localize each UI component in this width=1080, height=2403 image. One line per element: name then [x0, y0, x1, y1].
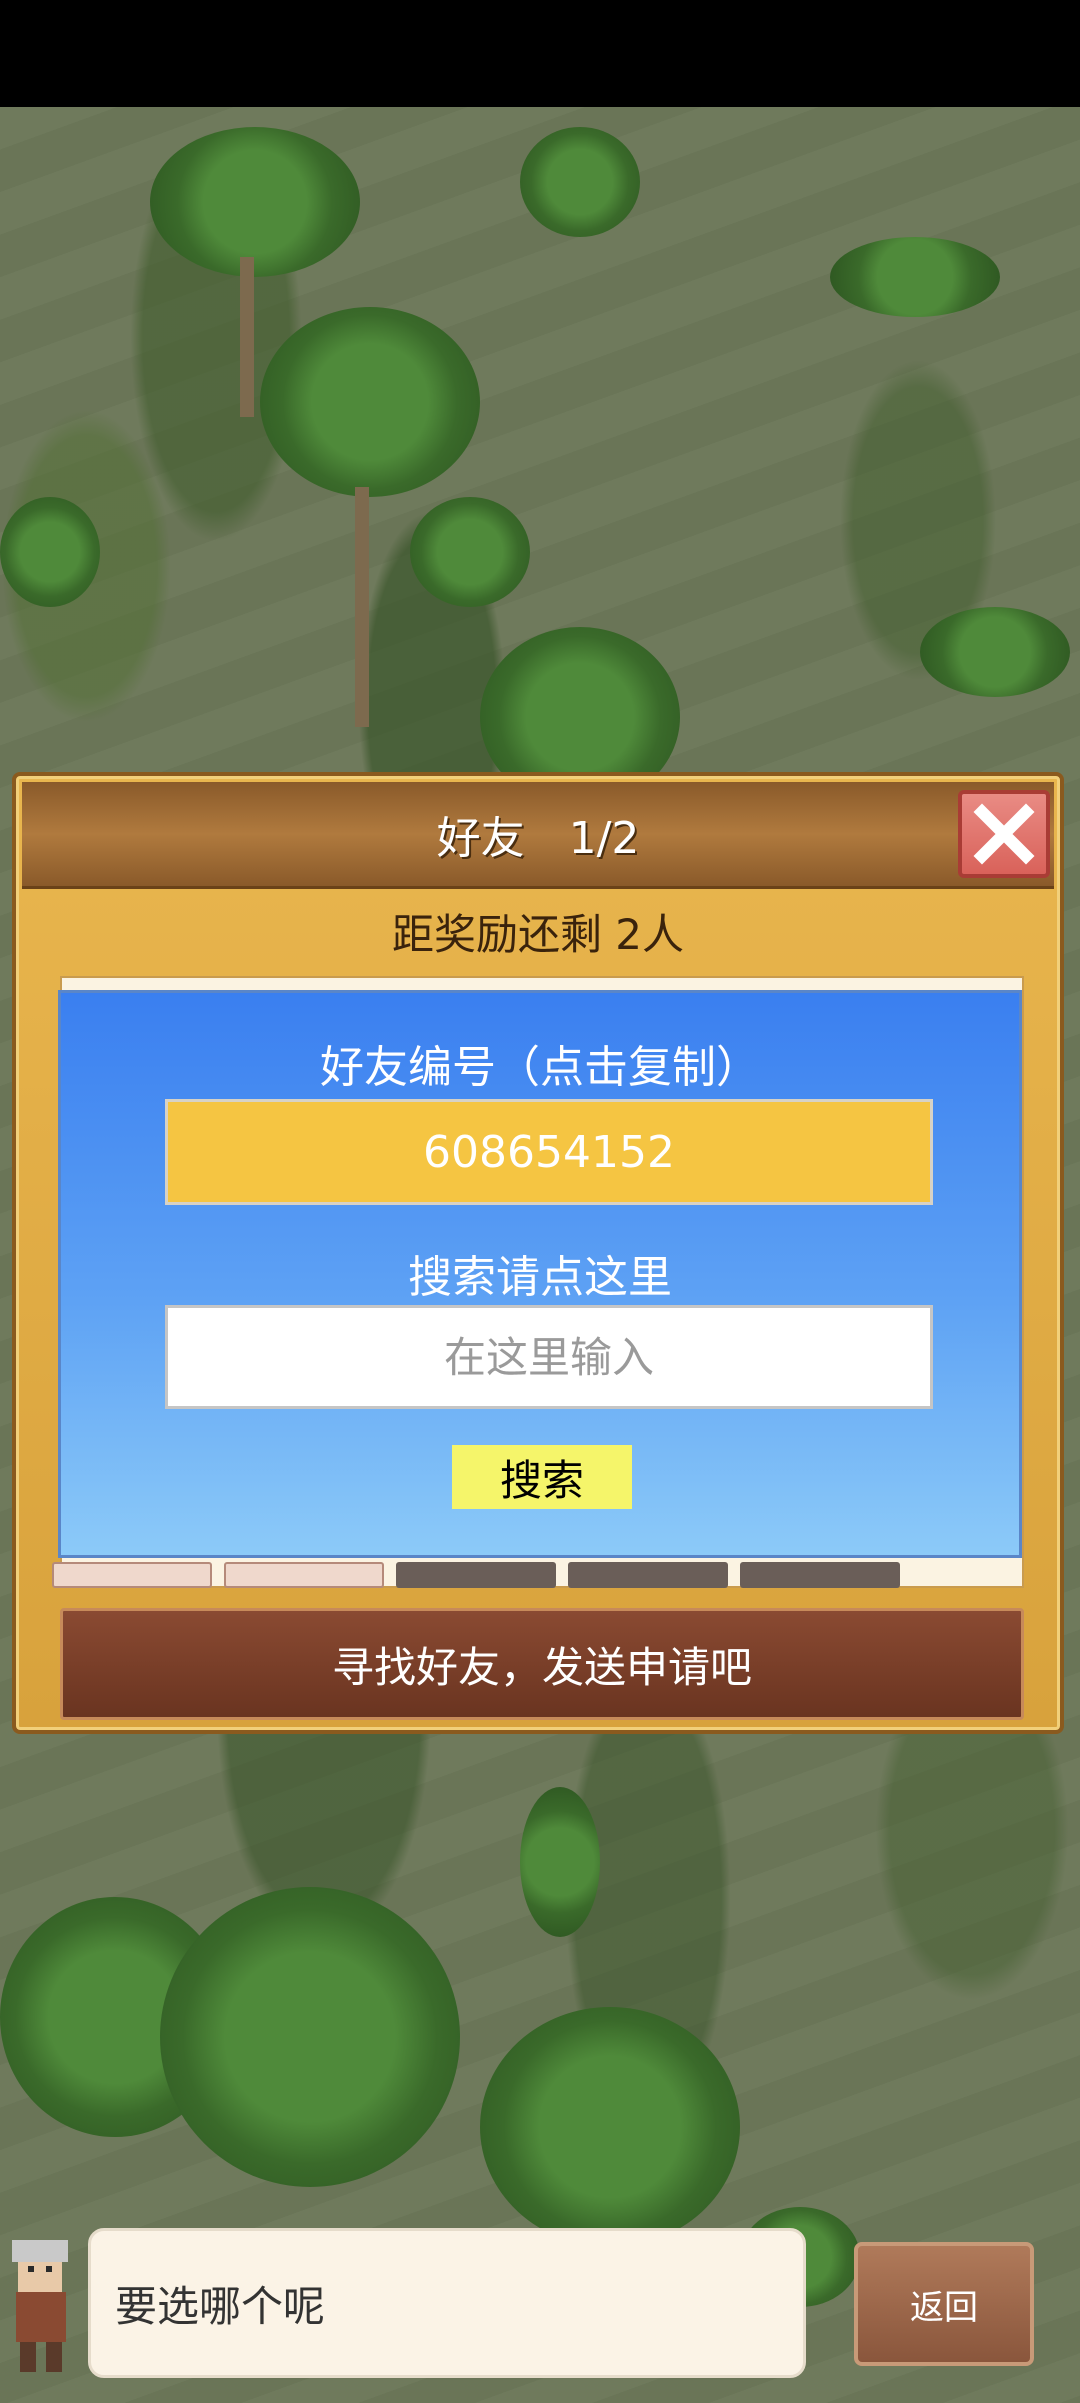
friend-slot-row [52, 1562, 1018, 1588]
close-button[interactable] [958, 790, 1050, 878]
bush [920, 607, 1070, 697]
search-button[interactable]: 搜索 [452, 1445, 632, 1509]
tree-trunk [355, 487, 369, 727]
friend-slot[interactable] [740, 1562, 900, 1588]
palm-tree [260, 307, 480, 497]
search-input[interactable] [165, 1305, 933, 1409]
friend-slot[interactable] [568, 1562, 728, 1588]
dialog-title: 好友 1/2 [436, 813, 640, 864]
search-label: 搜索请点这里 [408, 1252, 672, 1303]
speech-bubble: 要选哪个呢 [88, 2228, 806, 2378]
status-bar [0, 0, 1080, 107]
friend-id-copy-box[interactable]: 608654152 [165, 1099, 933, 1205]
bush [520, 127, 640, 237]
friend-slot[interactable] [52, 1562, 212, 1588]
bush [410, 497, 530, 607]
cactus [520, 1787, 600, 1937]
dialog-header: 好友 1/2 [22, 782, 1054, 889]
back-button[interactable]: 返回 [854, 2242, 1034, 2366]
speech-text: 要选哪个呢 [115, 2281, 326, 2331]
palm-tree [160, 1887, 460, 2187]
friend-slot[interactable] [224, 1562, 384, 1588]
reward-remaining-text: 距奖励还剩 2人 [391, 910, 685, 959]
close-icon [973, 803, 1035, 865]
find-friends-banner[interactable]: 寻找好友，发送申请吧 [60, 1608, 1024, 1720]
friend-id-label: 好友编号（点击复制） [320, 1042, 760, 1093]
friend-slot[interactable] [396, 1562, 556, 1588]
bush [830, 237, 1000, 317]
tree-trunk [240, 257, 254, 417]
bush [0, 497, 100, 607]
palm-tree [150, 127, 360, 277]
friend-search-popup: 好友编号（点击复制） 608654152 搜索请点这里 搜索 [58, 990, 1022, 1558]
avatar [0, 2222, 84, 2382]
palm-tree [480, 2007, 740, 2247]
